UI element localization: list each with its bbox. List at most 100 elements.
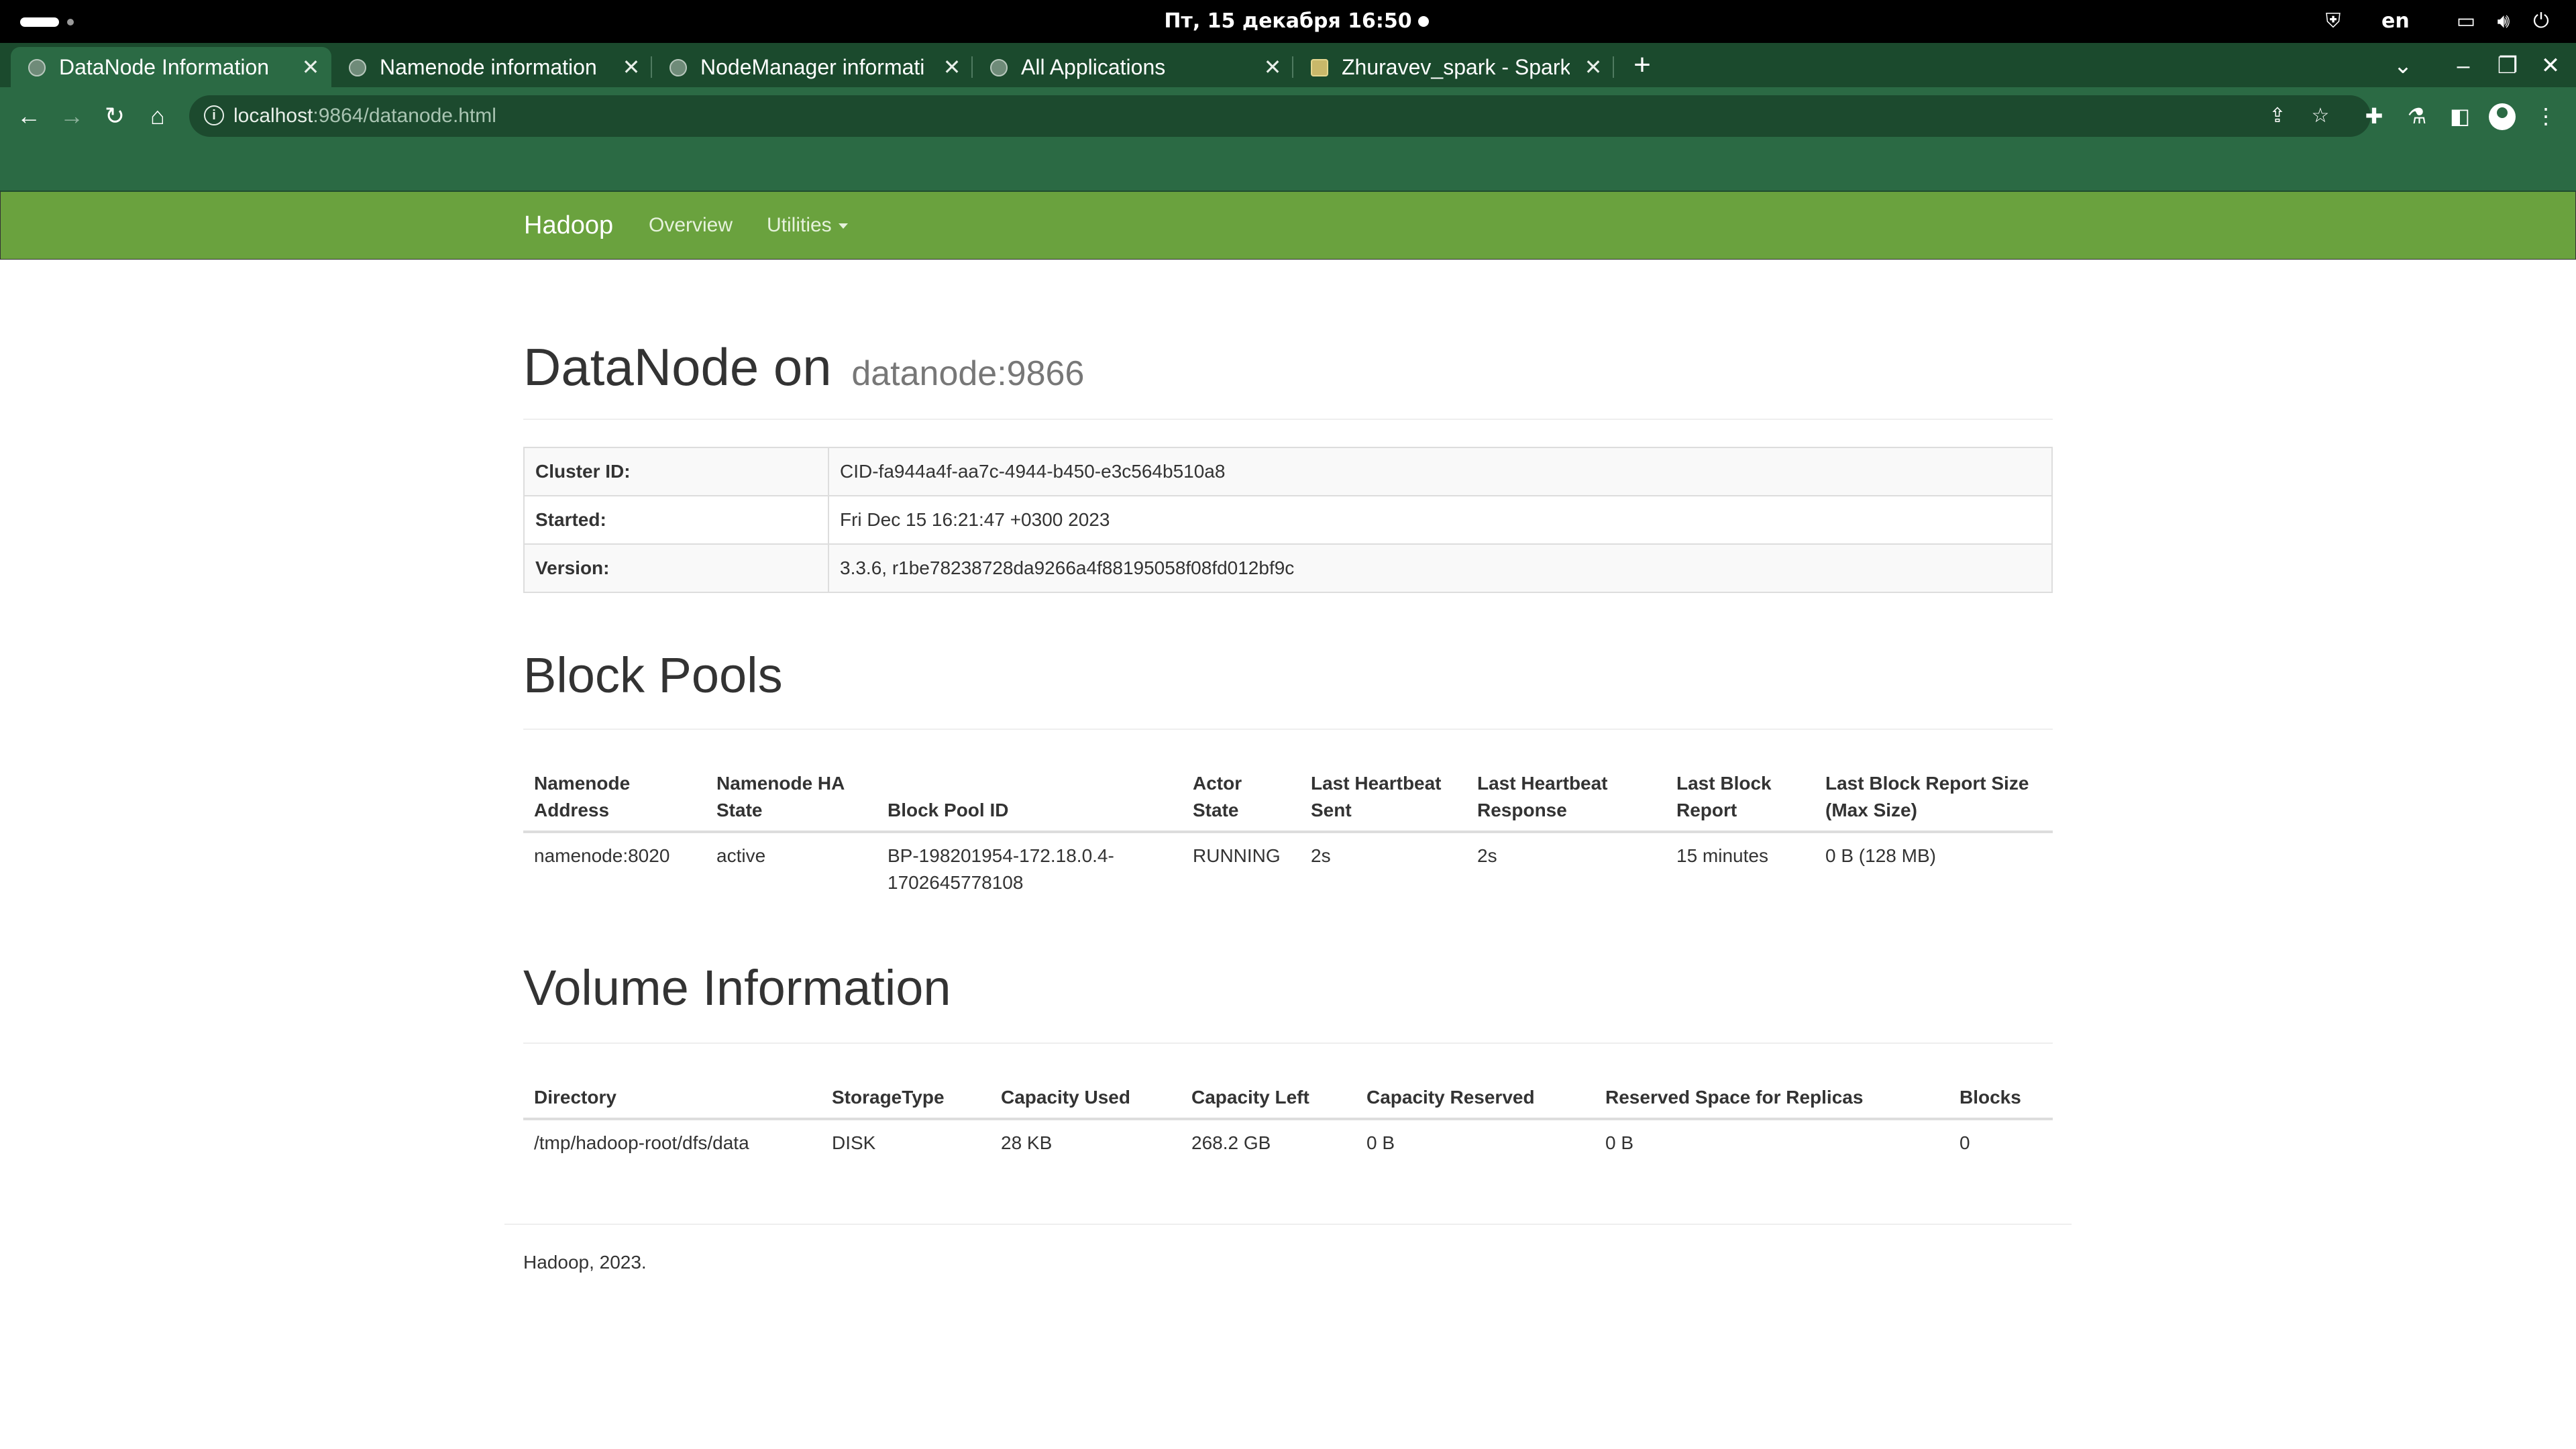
window-close-icon[interactable]: ✕ (2536, 51, 2565, 80)
globe-icon (28, 59, 46, 76)
workspace-dot (67, 19, 74, 25)
forward-arrow-icon[interactable]: → (56, 101, 87, 131)
column-header: Last Block Report (1666, 763, 1815, 833)
restore-icon[interactable]: ❐ (2493, 51, 2522, 80)
close-icon[interactable]: ✕ (1263, 47, 1283, 87)
close-icon[interactable]: ✕ (942, 47, 962, 87)
keyboard-language[interactable]: en (2381, 0, 2410, 43)
profile-avatar-icon[interactable] (2489, 103, 2516, 130)
table-cell: 0 B (128 MB) (1825, 845, 1936, 866)
page-title: DataNode on datanode:9866 (523, 337, 1084, 398)
side-panel-icon[interactable]: ◧ (2445, 101, 2475, 131)
divider (523, 729, 2053, 730)
tab-label: Namenode information (380, 55, 597, 79)
bookmark-star-icon[interactable]: ☆ (2308, 103, 2333, 129)
notification-dot-icon (1418, 16, 1429, 27)
column-header: Reserved Space for Replicas (1595, 1077, 1949, 1120)
table-row: Version: 3.3.6, r1be78238728da9266a4f881… (523, 543, 2053, 593)
divider (523, 419, 2053, 420)
column-header: Capacity Left (1181, 1077, 1356, 1120)
power-icon[interactable]: ⏻ (2529, 9, 2553, 34)
table-header-row: Namenode Address Namenode HA State Block… (523, 763, 2053, 833)
tab-label: Zhuravev_spark - Spark J (1342, 55, 1570, 79)
tab-datanode-information[interactable]: DataNode Information ✕ (11, 47, 331, 87)
url-path: :9864/datanode.html (313, 105, 496, 127)
url-host: localhost (233, 105, 313, 127)
system-clock[interactable]: Пт, 15 декабря 16:50 (1114, 0, 1462, 43)
table-cell: RUNNING (1193, 845, 1281, 866)
tab-label: All Applications (1021, 55, 1166, 79)
table-cell: active (716, 845, 766, 866)
table-header-row: Directory StorageType Capacity Used Capa… (523, 1077, 2053, 1120)
table-cell: 0 B (1366, 1132, 1395, 1153)
window-icon[interactable]: ▭ (2454, 9, 2478, 34)
close-icon[interactable]: ✕ (1583, 47, 1603, 87)
tab-all-applications[interactable]: All Applications ✕ (973, 47, 1293, 87)
info-key: Version: (523, 543, 829, 593)
share-icon[interactable]: ⇪ (2265, 103, 2290, 129)
info-key: Cluster ID: (523, 447, 829, 496)
table-row: Started: Fri Dec 15 16:21:47 +0300 2023 (523, 495, 2053, 545)
extensions-puzzle-icon[interactable]: ✚ (2359, 101, 2390, 131)
column-header: Last Heartbeat Sent (1300, 763, 1466, 833)
column-header: Blocks (1949, 1077, 2053, 1120)
column-header: Capacity Reserved (1356, 1077, 1595, 1120)
kebab-menu-icon[interactable]: ⋮ (2530, 101, 2561, 131)
table-row: namenode:8020 active BP-198201954-172.18… (523, 832, 2053, 906)
new-tab-plus-icon[interactable]: + (1629, 48, 1656, 82)
navbar-brand[interactable]: Hadoop (524, 192, 613, 259)
back-arrow-icon[interactable]: ← (13, 101, 44, 131)
table-cell: 0 (1960, 1132, 1970, 1153)
spark-icon (1311, 59, 1328, 76)
close-icon[interactable]: ✕ (621, 47, 641, 87)
globe-icon (990, 59, 1008, 76)
column-header: StorageType (821, 1077, 990, 1120)
page-subtitle: datanode:9866 (851, 354, 1085, 393)
tab-spark-job[interactable]: Zhuravev_spark - Spark J ✕ (1293, 47, 1614, 87)
system-top-bar: Пт, 15 декабря 16:50 ⛨ en ▭ 🔊︎ ⏻ (0, 0, 2576, 43)
column-header: Block Pool ID (877, 763, 1182, 833)
browser-toolbar: ← → ↻ ⌂ i localhost:9864/datanode.html ⇪… (0, 87, 2576, 145)
reload-icon[interactable]: ↻ (99, 101, 130, 131)
block-pools-heading: Block Pools (523, 647, 783, 703)
bookmarks-bar (0, 145, 2576, 191)
column-header: Actor State (1182, 763, 1300, 833)
divider (523, 1042, 2053, 1044)
nav-overview-link[interactable]: Overview (649, 192, 733, 259)
table-cell: namenode:8020 (534, 845, 670, 866)
tab-namenode-information[interactable]: Namenode information ✕ (331, 47, 652, 87)
nav-utilities-dropdown[interactable]: Utilities (767, 192, 848, 259)
info-key: Started: (523, 495, 829, 545)
table-cell: 15 minutes (1676, 845, 1768, 866)
minimize-icon[interactable]: – (2449, 51, 2478, 80)
site-info-icon[interactable]: i (204, 105, 224, 125)
tab-label: NodeManager informati (700, 55, 925, 79)
globe-icon (349, 59, 366, 76)
labs-flask-icon[interactable]: ⚗ (2402, 101, 2432, 131)
address-bar[interactable]: i localhost:9864/datanode.html ⇪ ☆ (189, 95, 2371, 137)
volume-information-heading: Volume Information (523, 960, 951, 1016)
close-icon[interactable]: ✕ (301, 47, 321, 87)
table-row: /tmp/hadoop-root/dfs/data DISK 28 KB 268… (523, 1119, 2053, 1166)
privacy-shield-icon[interactable]: ⛨ (2321, 9, 2345, 34)
info-value: Fri Dec 15 16:21:47 +0300 2023 (828, 495, 2053, 545)
table-cell: 0 B (1605, 1132, 1634, 1153)
column-header: Capacity Used (990, 1077, 1181, 1120)
activities-indicator[interactable] (20, 17, 59, 27)
column-header: Namenode Address (523, 763, 706, 833)
info-value: CID-fa944a4f-aa7c-4944-b450-e3c564b510a8 (828, 447, 2053, 496)
url-text[interactable]: localhost:9864/datanode.html (233, 95, 496, 137)
volume-icon[interactable]: 🔊︎ (2491, 9, 2516, 34)
volume-information-table: Directory StorageType Capacity Used Capa… (523, 1077, 2053, 1166)
tab-nodemanager-information[interactable]: NodeManager informati ✕ (652, 47, 973, 87)
table-cell: 268.2 GB (1191, 1132, 1271, 1153)
column-header: Namenode HA State (706, 763, 877, 833)
table-cell: DISK (832, 1132, 876, 1153)
table-cell: BP-198201954-172.18.0.4-1702645778108 (888, 845, 1114, 893)
tab-search-chevron-icon[interactable]: ⌄ (2388, 51, 2418, 80)
column-header: Last Heartbeat Response (1466, 763, 1666, 833)
home-icon[interactable]: ⌂ (142, 101, 173, 131)
table-row: Cluster ID: CID-fa944a4f-aa7c-4944-b450-… (523, 447, 2053, 496)
browser-tab-strip: DataNode Information ✕ Namenode informat… (0, 43, 2576, 87)
table-cell: 28 KB (1001, 1132, 1053, 1153)
